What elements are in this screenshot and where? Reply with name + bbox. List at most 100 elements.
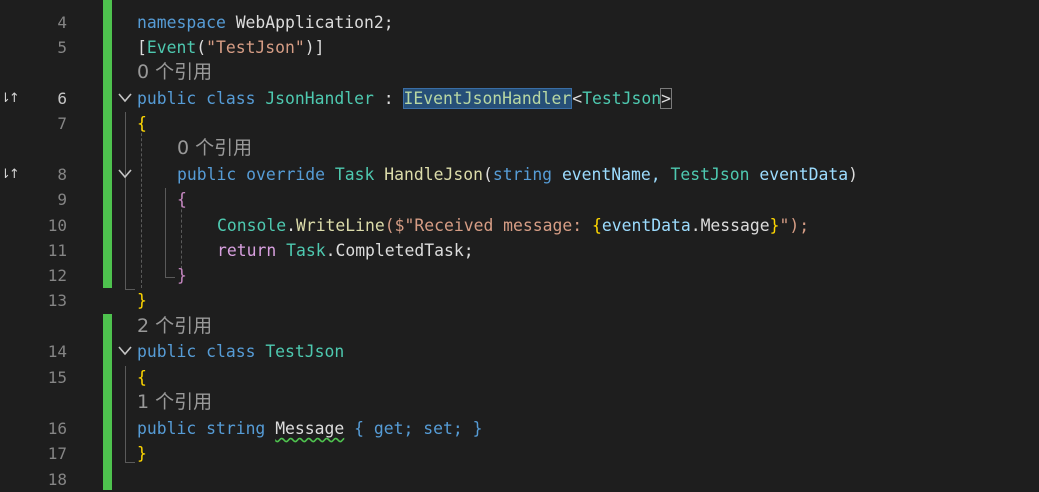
keyword: namespace — [137, 13, 226, 32]
code-line[interactable]: ⇂↑ 6 public class JsonHandler : IEventJs… — [0, 86, 1039, 111]
code-text: public string Message { get; set; } — [137, 416, 482, 441]
keyword: set; — [423, 419, 463, 438]
fold-chevron-down-icon[interactable] — [118, 346, 132, 356]
code-line[interactable]: 14 public class TestJson — [0, 339, 1039, 364]
reference-count-link[interactable]: 2 个引用 — [137, 313, 212, 339]
code-text: public class TestJson — [137, 339, 344, 364]
line-number: 18 — [47, 470, 67, 489]
line-number: 7 — [57, 114, 67, 133]
property-name: CompletedTask; — [335, 241, 474, 260]
type-name: Task — [334, 165, 375, 184]
line-number: 4 — [57, 13, 67, 32]
brace: } — [769, 216, 780, 235]
brace: { — [354, 419, 365, 438]
keyword: return — [217, 241, 277, 260]
code-line[interactable]: 4 namespace WebApplication2; — [0, 10, 1039, 35]
keyword: class — [206, 342, 256, 361]
line-number: 17 — [47, 444, 67, 463]
brace: } — [472, 419, 483, 438]
code-text: } — [177, 263, 187, 288]
reference-count-link[interactable]: 0 个引用 — [177, 135, 252, 161]
codelens-row: 2 个引用 — [0, 313, 1039, 339]
brace: } — [137, 444, 147, 463]
line-number: 12 — [47, 266, 67, 285]
code-line[interactable]: 16 public string Message { get; set; } — [0, 416, 1039, 441]
line-number: 6 — [57, 89, 67, 108]
code-text: } — [137, 288, 147, 313]
line-number: 16 — [47, 419, 67, 438]
fold-chevron-down-icon[interactable] — [118, 93, 132, 103]
code-line[interactable]: 11 return Task.CompletedTask; — [0, 238, 1039, 263]
type-name: Task — [286, 241, 326, 260]
punctuation: ( — [196, 38, 207, 57]
identifier: WebApplication2; — [235, 13, 394, 32]
codelens-row: 0 个引用 — [0, 59, 1039, 85]
punctuation: )] — [304, 38, 325, 57]
line-number: 15 — [47, 368, 67, 387]
keyword: get; — [373, 419, 414, 438]
brace: } — [137, 291, 147, 310]
brace: { — [177, 190, 187, 209]
codelens-row: 1 个引用 — [0, 389, 1039, 415]
code-text: public class JsonHandler : IEventJsonHan… — [137, 86, 672, 111]
code-text: { — [137, 111, 147, 136]
type-name: Console — [217, 216, 287, 235]
code-line[interactable]: 5 [Event("TestJson")] — [0, 35, 1039, 60]
keyword: override — [246, 165, 326, 184]
keyword: public — [137, 419, 197, 438]
code-line[interactable]: 10 Console.WriteLine($"Received message:… — [0, 213, 1039, 238]
brace: { — [137, 368, 147, 387]
punctuation: ) — [848, 165, 859, 184]
code-line[interactable]: 15 { — [0, 365, 1039, 390]
parameter: eventName, — [561, 165, 661, 184]
code-line[interactable]: 12 } — [0, 263, 1039, 288]
brace: { — [592, 216, 602, 235]
code-text: return Task.CompletedTask; — [217, 238, 474, 263]
line-number: 9 — [57, 190, 67, 209]
line-number: 14 — [47, 342, 67, 361]
code-line[interactable]: ⇂↑ 8 public override Task HandleJson(str… — [0, 162, 1039, 187]
code-line[interactable]: 18 — [0, 467, 1039, 492]
string-literal: "); — [779, 216, 810, 235]
punctuation: . — [690, 216, 701, 235]
code-line[interactable]: 13 } — [0, 288, 1039, 313]
type-name: TestJson — [582, 89, 662, 108]
code-text: { — [177, 187, 187, 212]
code-text: { — [137, 365, 147, 390]
attribute-name: Event — [146, 38, 197, 57]
code-line[interactable]: 17 } — [0, 441, 1039, 466]
line-number: 11 — [47, 241, 67, 260]
line-number: 5 — [57, 38, 67, 57]
punctuation: ( — [482, 165, 493, 184]
brace: { — [137, 114, 147, 133]
property-name[interactable]: Message — [275, 419, 344, 438]
code-text: } — [137, 441, 147, 466]
line-number: 13 — [47, 291, 67, 310]
code-line[interactable]: 9 { — [0, 187, 1039, 212]
code-editor[interactable]: 4 namespace WebApplication2; 5 [Event("T… — [0, 0, 1039, 490]
method-name: HandleJson — [384, 165, 483, 184]
property-name: Message — [700, 216, 770, 235]
keyword: string — [492, 165, 553, 184]
punctuation: . — [286, 216, 296, 235]
punctuation: < — [572, 89, 583, 108]
parameter: eventData — [759, 165, 849, 184]
matching-bracket: > — [660, 88, 672, 109]
class-name: JsonHandler — [265, 89, 374, 108]
code-line[interactable]: 7 { — [0, 111, 1039, 136]
punctuation: . — [325, 241, 336, 260]
string-literal: ($"Received message: — [384, 216, 592, 235]
reference-count-link[interactable]: 0 个引用 — [137, 59, 212, 85]
code-text: namespace WebApplication2; — [137, 10, 394, 35]
codelens-row: 0 个引用 — [0, 135, 1039, 161]
parameter: eventData — [601, 216, 691, 235]
keyword: string — [206, 419, 266, 438]
keyword: public — [137, 342, 197, 361]
brace: } — [177, 266, 187, 285]
fold-chevron-down-icon[interactable] — [118, 169, 132, 179]
line-number: 10 — [47, 216, 67, 235]
line-number: 8 — [57, 165, 67, 184]
reference-count-link[interactable]: 1 个引用 — [137, 389, 212, 415]
punctuation: [ — [137, 38, 147, 57]
selected-interface-name[interactable]: IEventJsonHandler — [402, 88, 573, 109]
